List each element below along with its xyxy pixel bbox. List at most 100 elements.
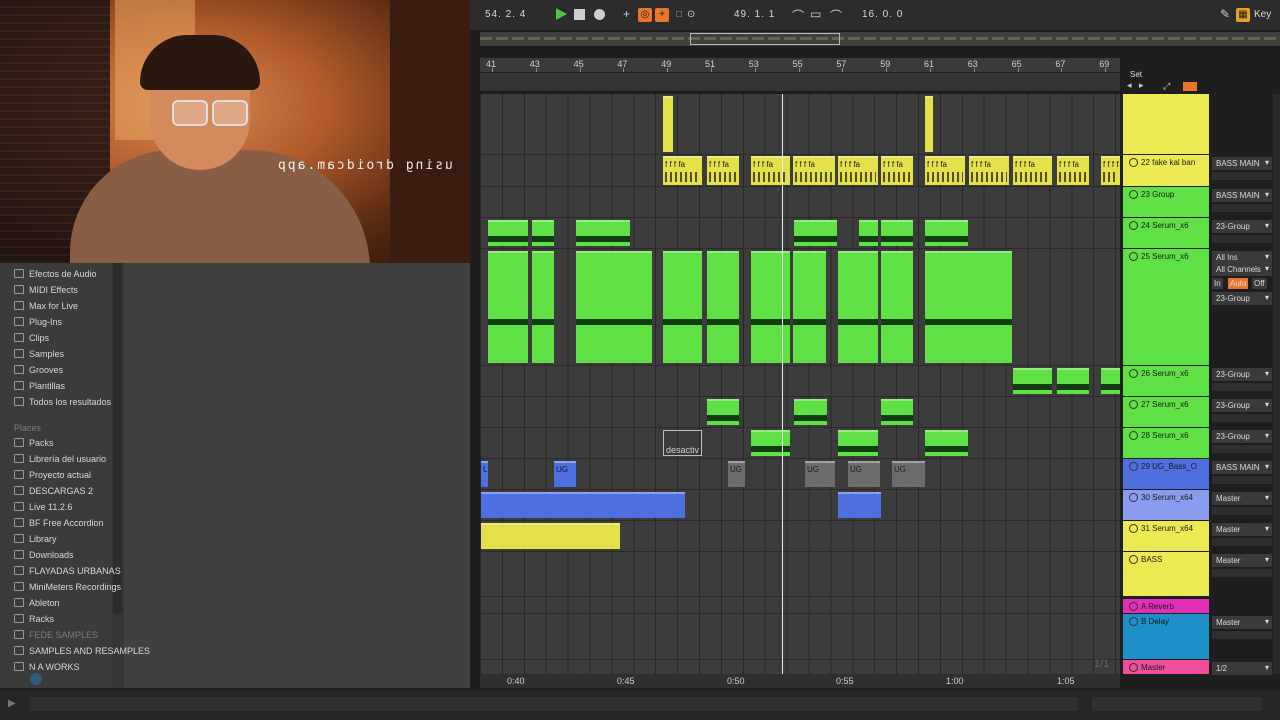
place-item[interactable]: SAMPLES AND RESAMPLES [14, 643, 150, 658]
track-input-channel-select[interactable]: All Channels [1212, 263, 1272, 276]
arrangement-clip[interactable] [663, 251, 702, 363]
overview-viewport[interactable] [690, 33, 840, 45]
arrangement-clip[interactable] [1057, 368, 1089, 394]
track-output-channel[interactable] [1212, 383, 1272, 391]
track-fold-icon[interactable] [1129, 493, 1138, 502]
place-item[interactable]: Downloads [14, 547, 74, 562]
arrangement-clip[interactable] [576, 251, 652, 363]
track-header[interactable]: 31 Serum_x64 [1123, 521, 1209, 551]
bar-ruler[interactable]: 41 43 45 47 49 51 53 55 57 59 61 63 65 67 69 [480, 58, 1120, 72]
time-ruler[interactable]: 0:40 0:45 0:50 0:55 1:00 1:05 [480, 674, 1120, 688]
arrangement-clip[interactable] [576, 220, 630, 246]
arrangement-clip[interactable]: UG [728, 461, 745, 487]
track-fold-icon[interactable] [1129, 369, 1138, 378]
loop-start[interactable]: 49. 1. 1 [734, 9, 775, 20]
arrangement-clip[interactable]: f f f fa [1057, 156, 1089, 185]
arrangement-clip[interactable]: UG [848, 461, 880, 487]
arrangement-clip[interactable] [881, 399, 913, 425]
record-arm-icon[interactable] [1183, 82, 1197, 91]
monitor-in-button[interactable]: In [1212, 278, 1223, 289]
punch-in-icon[interactable]: ⌒ [792, 7, 804, 24]
track-header[interactable]: 26 Serum_x6 [1123, 366, 1209, 396]
place-item[interactable]: DESCARGAS 2 [14, 483, 93, 498]
arrangement-clip[interactable] [793, 251, 826, 363]
track-output-select[interactable]: BASS MAIN [1212, 461, 1272, 474]
browser-category-item[interactable]: MIDI Effects [14, 282, 78, 297]
locator-lane[interactable] [480, 73, 1120, 91]
arrangement-clip[interactable] [925, 251, 1012, 363]
arrangement-clip[interactable] [707, 251, 739, 363]
arrangement-clip[interactable]: f f f fa [1013, 156, 1052, 185]
place-item[interactable]: FEDE SAMPLES [14, 627, 98, 642]
track-output-channel[interactable] [1212, 507, 1272, 515]
track-header[interactable]: B Delay [1123, 614, 1209, 659]
arrangement-clip[interactable] [925, 96, 933, 152]
place-item[interactable]: FLAYADAS URBANAS [14, 563, 121, 578]
browser-category-item[interactable]: Plantillas [14, 378, 65, 393]
track-fold-icon[interactable] [1129, 524, 1138, 533]
browser-category-item[interactable]: Grooves [14, 362, 63, 377]
arrangement-clip[interactable]: f f f fa [663, 156, 702, 185]
midi-map-icon[interactable]: ▦ [1236, 8, 1250, 22]
arrow-right-icon[interactable]: ▸ [1139, 80, 1144, 91]
track-output-channel[interactable] [1212, 414, 1272, 422]
monitor-auto-button[interactable]: Auto [1228, 278, 1249, 289]
track-header[interactable]: 24 Serum_x6 [1123, 218, 1209, 248]
track-output-select[interactable]: 23-Group [1212, 399, 1272, 412]
arrangement-clip[interactable]: f f f fa [707, 156, 739, 185]
automation-arm-icon[interactable]: + [655, 8, 669, 22]
place-item[interactable]: Ableton [14, 595, 60, 610]
track-output-channel[interactable] [1212, 538, 1272, 546]
arrangement-clip[interactable]: desactiv [663, 430, 702, 456]
arrangement-clip[interactable] [838, 492, 881, 518]
track-header[interactable]: 27 Serum_x6 [1123, 397, 1209, 427]
arrangement-clip[interactable] [925, 220, 968, 246]
place-item[interactable]: Librería del usuario [14, 451, 106, 466]
punch-out-icon[interactable]: ⌒ [830, 7, 842, 24]
expand-icon[interactable]: ⤢ [1163, 81, 1170, 92]
track-output-channel[interactable] [1212, 569, 1272, 577]
arrangement-clip[interactable] [1101, 368, 1120, 394]
arrangement-clip[interactable] [481, 523, 620, 549]
track-header[interactable]: 22 fake kal ban [1123, 155, 1209, 186]
track-output-select[interactable]: 23-Group [1212, 368, 1272, 381]
arrangement-clip[interactable] [1013, 368, 1052, 394]
place-item[interactable]: Racks [14, 611, 54, 626]
arrangement-clip[interactable]: f f f fa [969, 156, 1009, 185]
place-item[interactable]: MiniMeters Recordings [14, 579, 121, 594]
arrangement-clip[interactable] [794, 220, 837, 246]
track-header[interactable]: 29 UG_Bass_O [1123, 459, 1209, 489]
track-output-select[interactable]: BASS MAIN [1212, 157, 1272, 170]
track-fold-icon[interactable] [1129, 602, 1138, 611]
track-fold-icon[interactable] [1129, 462, 1138, 471]
browser-category-item[interactable]: Efectos de Audio [14, 266, 97, 281]
loop-switch-icon[interactable]: ▭ [810, 7, 821, 21]
arrangement-clip[interactable] [859, 220, 878, 246]
track-fold-icon[interactable] [1129, 400, 1138, 409]
place-item[interactable]: BF Free Accordion [14, 515, 104, 530]
arrangement-clip[interactable] [925, 430, 968, 456]
browser-category-item[interactable]: Todos los resultados [14, 394, 111, 409]
track-fold-icon[interactable] [1129, 158, 1138, 167]
arrangement-clip[interactable]: UG [892, 461, 925, 487]
record-button[interactable] [594, 9, 605, 20]
arrangement-clip[interactable] [488, 220, 528, 246]
track-output-select[interactable]: 23-Group [1212, 292, 1272, 305]
track-output-select[interactable]: Master [1212, 616, 1272, 629]
track-fold-icon[interactable] [1129, 252, 1138, 261]
track-output-select[interactable]: BASS MAIN [1212, 189, 1272, 202]
track-fold-icon[interactable] [1129, 221, 1138, 230]
track-header[interactable]: 23 Group [1123, 187, 1209, 217]
arrangement-clip[interactable]: f f f fa [751, 156, 790, 185]
track-fold-icon[interactable] [1129, 555, 1138, 564]
track-output-channel[interactable] [1212, 204, 1272, 212]
arrangement-clip[interactable] [532, 220, 554, 246]
arrangement-clip[interactable] [481, 492, 685, 518]
track-fold-icon[interactable] [1129, 617, 1138, 626]
draw-mode-icon[interactable]: ✎ [1220, 7, 1230, 21]
arrangement-clip[interactable]: f f f fa [881, 156, 913, 185]
arrangement-clip[interactable]: UG [805, 461, 835, 487]
track-output-channel[interactable] [1212, 631, 1272, 639]
arrangement-clip[interactable]: f f f fa [838, 156, 878, 185]
arrangement-clip[interactable] [794, 399, 827, 425]
